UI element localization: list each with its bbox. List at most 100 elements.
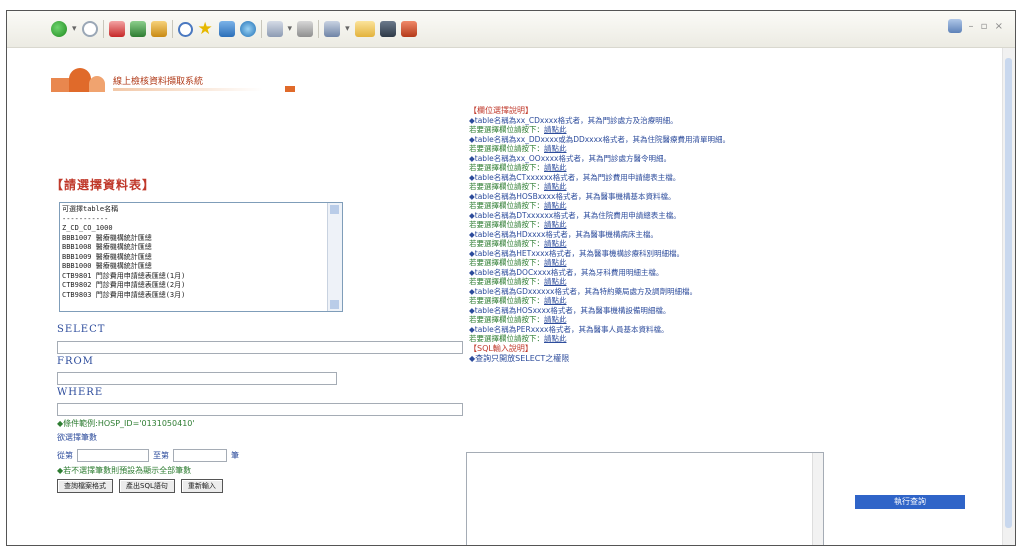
click-here-link[interactable]: 請點此 [544, 182, 567, 191]
help-line-text: 若要選擇欄位請按下： [469, 277, 544, 286]
help-line-text: ◆table名稱為xx_OOxxxx格式者，其為門診處方醫令明細。 [469, 153, 671, 163]
edit-icon[interactable] [324, 21, 341, 37]
click-here-link[interactable]: 請點此 [544, 201, 567, 210]
select-input[interactable] [57, 341, 463, 354]
help-line: 若要選擇欄位請按下：請點此 [469, 201, 989, 211]
help-line-text: 若要選擇欄位請按下： [469, 144, 544, 153]
grid-icon[interactable] [379, 21, 396, 37]
mail-icon[interactable] [266, 21, 283, 37]
where-label: WHERE [57, 387, 104, 398]
list-item[interactable]: BBB1007 醫療機構統計匯總 [62, 234, 324, 244]
click-here-link[interactable]: 請點此 [544, 144, 567, 153]
click-here-link[interactable]: 請點此 [544, 258, 567, 267]
logo-underline [113, 88, 263, 91]
toolbar-separator [102, 20, 104, 38]
help-line-text: ◆table名稱為GDxxxxxx格式者，其為特約藥局處方及調劑明細檔。 [469, 286, 697, 296]
help-line-text: ◆table名稱為HOSBxxxx格式者，其為醫事機構基本資料檔。 [469, 191, 676, 201]
table-listbox[interactable]: 可選擇table名稱 ----------- Z_CD_CO_1000 BBB1… [59, 202, 343, 312]
help-line: 若要選擇欄位請按下：請點此 [469, 144, 989, 154]
from-label: FROM [57, 356, 94, 367]
help-line: ◆table名稱為HOSBxxxx格式者，其為醫事機構基本資料檔。 [469, 192, 989, 202]
view-format-button[interactable]: 查詢檔案格式 [57, 479, 113, 493]
click-here-link[interactable]: 請點此 [544, 315, 567, 324]
windows-logo-icon [948, 19, 963, 33]
help-line-text: ◆table名稱為HETxxxx格式者，其為醫事機構診療科別明細檔。 [469, 248, 684, 258]
help-line: ◆table名稱為DTxxxxxx格式者，其為住院費用申請總表主檔。 [469, 211, 989, 221]
help-line: ◆table名稱為PERxxxx格式者，其為醫事人員基本資料檔。 [469, 325, 989, 335]
click-here-link[interactable]: 請點此 [544, 220, 567, 229]
help-line: ◆table名稱為DOCxxxx格式者，其為牙科費用明細主檔。 [469, 268, 989, 278]
toolbar-separator [171, 20, 173, 38]
vertical-scrollbar[interactable] [1002, 48, 1015, 545]
logo-accent [285, 86, 295, 92]
media-icon[interactable] [218, 21, 235, 37]
sql-result-textarea[interactable] [466, 452, 824, 545]
refresh-icon[interactable] [129, 21, 146, 37]
toolbar-icons: ▾ ★ ▾ ▾ [51, 20, 417, 38]
help-line: ◆table名稱為xx_DDxxxx或為DDxxxx格式者，其為住院醫療費用清單… [469, 135, 989, 145]
scroll-down-icon[interactable] [330, 300, 339, 309]
click-here-link[interactable]: 請點此 [544, 296, 567, 305]
list-item[interactable]: CTB9802 門診費用申請總表匯總(2月) [62, 281, 324, 291]
field-help-list: ◆table名稱為xx_CDxxxx格式者，其為門診處方及治療明細。 若要選擇欄位… [469, 116, 989, 344]
home-icon[interactable] [150, 21, 167, 37]
favorites-icon[interactable]: ★ [198, 21, 214, 38]
help-line-text: 若要選擇欄位請按下： [469, 239, 544, 248]
field-help-heading: 【欄位選擇說明】 [469, 106, 533, 115]
help-line-text: ◆table名稱為DTxxxxxx格式者，其為住院費用申請總表主檔。 [469, 210, 681, 220]
forward-icon[interactable] [81, 21, 98, 37]
field-help-panel: 【欄位選擇說明】 ◆table名稱為xx_CDxxxx格式者，其為門診處方及治療… [469, 106, 989, 364]
toolbar-separator [318, 20, 320, 38]
list-item[interactable]: CTB9801 門診費用申請總表匯總(1月) [62, 272, 324, 282]
textarea-scrollbar[interactable] [812, 453, 823, 545]
browser-toolbar: ▾ ★ ▾ ▾ – ▫ × [7, 11, 1015, 48]
execute-query-button[interactable]: 執行查詢 [855, 495, 965, 509]
list-item[interactable]: BBB1000 醫療機構統計匯總 [62, 262, 324, 272]
from-row-label: 從第 [57, 451, 73, 460]
search-icon[interactable] [177, 21, 193, 37]
messenger-icon[interactable] [400, 21, 417, 37]
click-here-link[interactable]: 請點此 [544, 239, 567, 248]
help-line: ◆table名稱為xx_OOxxxx格式者，其為門診處方醫令明細。 [469, 154, 989, 164]
help-line-text: ◆table名稱為xx_CDxxxx格式者，其為門診處方及治療明細。 [469, 115, 678, 125]
help-line: 若要選擇欄位請按下：請點此 [469, 296, 989, 306]
list-item[interactable]: BBB1009 醫療機構統計匯總 [62, 253, 324, 263]
table-list: 可選擇table名稱 ----------- Z_CD_CO_1000 BBB1… [62, 205, 324, 300]
from-row-input[interactable] [77, 449, 149, 462]
click-here-link[interactable]: 請點此 [544, 163, 567, 172]
history-icon[interactable] [239, 21, 256, 37]
list-item[interactable]: 可選擇table名稱 [62, 205, 324, 215]
help-line: 若要選擇欄位請按下：請點此 [469, 163, 989, 173]
help-line: ◆table名稱為xx_CDxxxx格式者，其為門診處方及治療明細。 [469, 116, 989, 126]
help-line: 若要選擇欄位請按下：請點此 [469, 258, 989, 268]
folder-icon[interactable] [354, 21, 375, 37]
window-controls-icon[interactable]: – ▫ × [968, 21, 1005, 32]
click-here-link[interactable]: 請點此 [544, 277, 567, 286]
dropdown-arrow-icon[interactable]: ▾ [288, 24, 293, 34]
help-line-text: ◆table名稱為HDxxxx格式者，其為醫事機構病床主檔。 [469, 229, 658, 239]
generate-sql-button[interactable]: 產出SQL語句 [119, 479, 175, 493]
help-line: ◆table名稱為GDxxxxxx格式者，其為特約藥局處方及調劑明細檔。 [469, 287, 989, 297]
list-item[interactable]: Z_CD_CO_1000 [62, 224, 324, 234]
back-icon[interactable] [51, 21, 67, 37]
scrollbar-thumb[interactable] [1005, 58, 1012, 528]
scroll-up-icon[interactable] [330, 205, 339, 214]
dropdown-arrow-icon[interactable]: ▾ [72, 24, 77, 34]
where-input[interactable] [57, 403, 463, 416]
click-here-link[interactable]: 請點此 [544, 334, 567, 343]
print-icon[interactable] [297, 21, 314, 37]
dropdown-arrow-icon[interactable]: ▾ [345, 24, 350, 34]
stop-icon[interactable] [108, 21, 125, 37]
table-heading: 【請選擇資料表】 [51, 178, 156, 192]
list-item[interactable]: BBB1008 醫療機構統計匯總 [62, 243, 324, 253]
to-row-input[interactable] [173, 449, 227, 462]
sql-help-heading: 【SQL輸入說明】 [469, 343, 533, 353]
reset-button[interactable]: 重新輸入 [180, 479, 223, 493]
listbox-scrollbar[interactable] [327, 203, 342, 311]
help-line-text: 若要選擇欄位請按下： [469, 201, 544, 210]
list-item[interactable]: ----------- [62, 215, 324, 225]
list-item[interactable]: CTB9803 門診費用申請總表匯總(3月) [62, 291, 324, 301]
from-input[interactable] [57, 372, 337, 385]
help-line-text: 若要選擇欄位請按下： [469, 296, 544, 305]
click-here-link[interactable]: 請點此 [544, 125, 567, 134]
